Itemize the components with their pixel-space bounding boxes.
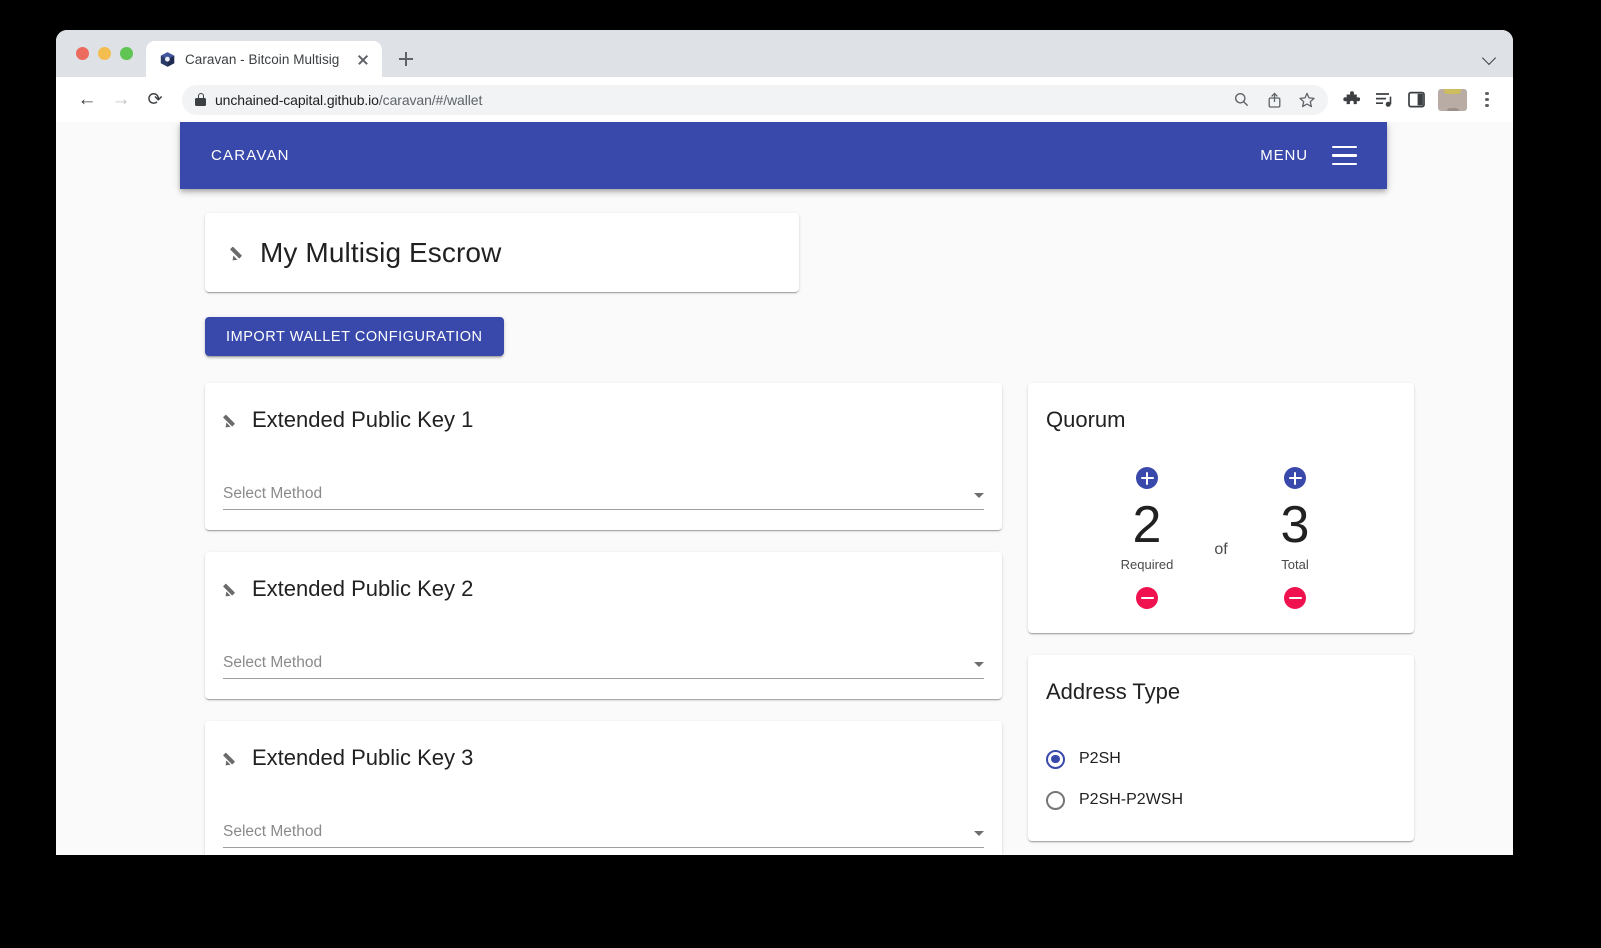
extended-public-key-card-2: Extended Public Key 2 Select Method bbox=[205, 552, 1002, 699]
browser-tab-strip: Caravan - Bitcoin Multisig bbox=[56, 30, 1513, 77]
address-type-label-p2sh-p2wsh: P2SH-P2WSH bbox=[1079, 791, 1184, 809]
lock-icon bbox=[195, 93, 206, 106]
decrement-required-button[interactable] bbox=[1136, 586, 1158, 609]
reading-list-icon[interactable] bbox=[1370, 86, 1398, 114]
url-text: unchained-capital.github.io/caravan/#/wa… bbox=[215, 92, 1220, 108]
side-panel-icon[interactable] bbox=[1402, 86, 1430, 114]
chevron-down-icon[interactable] bbox=[1482, 51, 1496, 65]
xpub-header-1: Extended Public Key 1 bbox=[222, 407, 984, 433]
pencil-edit-icon[interactable] bbox=[222, 581, 240, 599]
wallet-columns: Extended Public Key 1 Select Method Exte… bbox=[180, 356, 1414, 855]
plus-icon[interactable] bbox=[391, 44, 421, 74]
share-icon[interactable] bbox=[1262, 88, 1286, 112]
address-type-label-p2sh: P2SH bbox=[1079, 750, 1121, 768]
app-bar: CARAVAN MENU bbox=[180, 122, 1387, 189]
quorum-required-label: Required bbox=[1120, 556, 1174, 572]
chevron-down-icon bbox=[974, 493, 984, 498]
address-type-option-p2sh[interactable]: P2SH bbox=[1046, 739, 1396, 780]
select-method-placeholder-1: Select Method bbox=[223, 485, 323, 502]
extended-public-key-card-1: Extended Public Key 1 Select Method bbox=[205, 383, 1002, 530]
quorum-total-group: 3 Total bbox=[1240, 467, 1350, 609]
window-traffic-lights bbox=[70, 30, 146, 77]
page-viewport: CARAVAN MENU My Multisig Escrow IMPORT W… bbox=[56, 122, 1513, 855]
menu-label[interactable]: MENU bbox=[1260, 147, 1308, 164]
select-method-dropdown-2[interactable]: Select Method bbox=[223, 647, 984, 679]
browser-tab[interactable]: Caravan - Bitcoin Multisig bbox=[146, 41, 382, 77]
caravan-cube-icon bbox=[159, 51, 176, 68]
xpub-column: Extended Public Key 1 Select Method Exte… bbox=[205, 383, 1002, 855]
xpub-title-3: Extended Public Key 3 bbox=[252, 745, 474, 770]
url-path: /caravan/#/wallet bbox=[378, 91, 483, 108]
select-method-dropdown-3[interactable]: Select Method bbox=[223, 816, 984, 848]
quorum-card: Quorum 2 Required of 3 Total bbox=[1028, 383, 1414, 633]
radio-selected-icon[interactable] bbox=[1046, 749, 1065, 769]
wallet-name-value: My Multisig Escrow bbox=[260, 236, 502, 268]
quorum-conjunction: of bbox=[1214, 540, 1228, 558]
browser-toolbar: ← → ⟳ unchained-capital.github.io/carava… bbox=[56, 77, 1513, 122]
address-type-card: Address Type P2SH P2SH-P2WSH bbox=[1028, 654, 1414, 841]
increment-total-button[interactable] bbox=[1284, 467, 1306, 489]
reload-icon[interactable]: ⟳ bbox=[140, 85, 170, 115]
arrow-left-icon[interactable]: ← bbox=[72, 85, 102, 115]
app-bar-actions: MENU bbox=[1260, 146, 1357, 165]
chevron-down-icon bbox=[974, 662, 984, 667]
forward-glyph: → bbox=[111, 89, 131, 110]
address-bar[interactable]: unchained-capital.github.io/caravan/#/wa… bbox=[182, 84, 1328, 115]
minimize-window-button[interactable] bbox=[98, 47, 111, 60]
search-icon[interactable] bbox=[1229, 88, 1253, 112]
url-domain: unchained-capital.github.io bbox=[215, 91, 379, 108]
increment-required-button[interactable] bbox=[1136, 467, 1158, 489]
quorum-required-group: 2 Required bbox=[1092, 467, 1202, 609]
xpub-title-1: Extended Public Key 1 bbox=[252, 407, 474, 432]
close-window-button[interactable] bbox=[76, 47, 89, 60]
address-type-title: Address Type bbox=[1046, 678, 1181, 704]
wallet-name-card: My Multisig Escrow bbox=[205, 213, 799, 292]
hamburger-menu-icon[interactable] bbox=[1332, 146, 1357, 165]
decrement-total-button[interactable] bbox=[1284, 586, 1306, 609]
select-method-placeholder-2: Select Method bbox=[223, 654, 323, 671]
chevron-down-icon bbox=[974, 831, 984, 836]
close-icon[interactable] bbox=[354, 50, 372, 68]
quorum-title: Quorum bbox=[1046, 407, 1126, 432]
star-icon[interactable] bbox=[1295, 88, 1319, 112]
pencil-edit-icon[interactable] bbox=[222, 412, 240, 430]
pencil-edit-icon[interactable] bbox=[229, 244, 247, 263]
quorum-total-label: Total bbox=[1281, 556, 1309, 572]
select-method-placeholder-3: Select Method bbox=[223, 823, 323, 840]
browser-window: Caravan - Bitcoin Multisig ← → ⟳ unchain… bbox=[56, 30, 1513, 855]
arrow-right-icon[interactable]: → bbox=[106, 85, 136, 115]
avatar-icon[interactable] bbox=[1438, 88, 1467, 111]
extended-public-key-card-3: Extended Public Key 3 Select Method bbox=[205, 721, 1002, 855]
tab-title: Caravan - Bitcoin Multisig bbox=[185, 51, 340, 67]
maximize-window-button[interactable] bbox=[120, 47, 133, 60]
xpub-title-2: Extended Public Key 2 bbox=[252, 576, 474, 601]
reload-glyph: ⟳ bbox=[147, 89, 163, 109]
quorum-required-value: 2 bbox=[1132, 496, 1162, 554]
kebab-menu-icon[interactable] bbox=[1475, 86, 1499, 114]
address-type-option-p2sh-p2wsh[interactable]: P2SH-P2WSH bbox=[1046, 780, 1396, 821]
page-content: My Multisig Escrow IMPORT WALLET CONFIGU… bbox=[180, 189, 1414, 855]
xpub-header-3: Extended Public Key 3 bbox=[222, 745, 984, 771]
quorum-total-value: 3 bbox=[1280, 496, 1310, 554]
import-wallet-configuration-button[interactable]: IMPORT WALLET CONFIGURATION bbox=[205, 317, 504, 356]
pencil-edit-icon[interactable] bbox=[222, 750, 240, 768]
radio-unselected-icon[interactable] bbox=[1046, 790, 1065, 810]
xpub-header-2: Extended Public Key 2 bbox=[222, 576, 984, 602]
back-glyph: ← bbox=[77, 89, 97, 110]
quorum-controls: 2 Required of 3 Total bbox=[1046, 467, 1396, 609]
puzzle-piece-icon[interactable] bbox=[1338, 86, 1366, 114]
app-brand-caravan[interactable]: CARAVAN bbox=[211, 147, 290, 164]
select-method-dropdown-1[interactable]: Select Method bbox=[223, 478, 984, 510]
settings-column: Quorum 2 Required of 3 Total Address Typ… bbox=[1028, 383, 1414, 841]
